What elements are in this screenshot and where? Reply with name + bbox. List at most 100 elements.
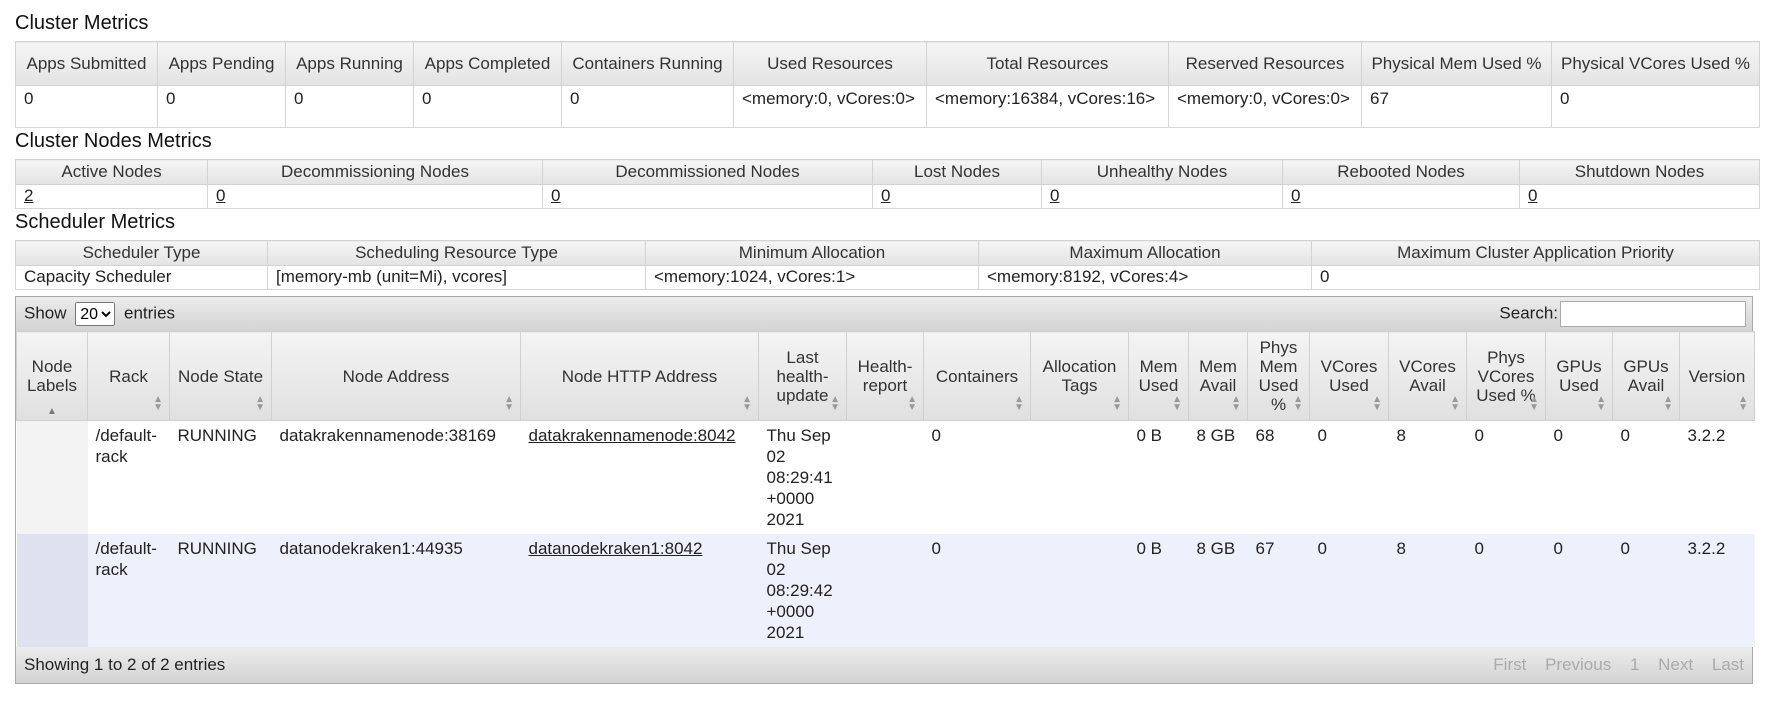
header-max-cluster-app-priority: Maximum Cluster Application Priority: [1311, 240, 1760, 266]
lost-nodes-link[interactable]: 0: [881, 186, 890, 205]
search-control: Search:: [1499, 301, 1746, 327]
first-page-button[interactable]: First: [1493, 655, 1526, 674]
shutdown-nodes-link[interactable]: 0: [1528, 186, 1537, 205]
header-apps-pending: Apps Pending: [157, 41, 286, 86]
active-nodes-link[interactable]: 2: [24, 186, 33, 205]
apps-running-value: 0: [285, 85, 414, 128]
sort-icon: ▲ ▼: [830, 394, 840, 413]
col-gpus-avail[interactable]: GPUs Avail ▲ ▼: [1612, 331, 1680, 421]
physical-vcores-used-value: 0: [1551, 85, 1760, 128]
sort-icon: ▲ ▼: [1231, 394, 1241, 413]
header-physical-vcores-used: Physical VCores Used %: [1551, 41, 1760, 86]
header-apps-completed: Apps Completed: [413, 41, 562, 86]
table-row: /default-rack RUNNING datakrakennamenode…: [16, 420, 1755, 534]
col-last-health-update[interactable]: Last health-update ▲ ▼: [758, 331, 847, 421]
header-shutdown-nodes: Shutdown Nodes: [1519, 159, 1760, 185]
col-node-labels[interactable]: Node Labels ▲: [16, 331, 88, 421]
decommissioning-nodes-link[interactable]: 0: [216, 186, 225, 205]
col-rack[interactable]: Rack ▲ ▼: [87, 331, 170, 421]
header-used-resources: Used Resources: [733, 41, 927, 86]
page-length-select[interactable]: 20: [75, 302, 116, 326]
sort-icon: ▲ ▼: [1172, 394, 1182, 413]
node-address-cell: datanodekraken1:44935: [271, 534, 521, 647]
total-resources-value: <memory:16384, vCores:16>: [926, 85, 1169, 128]
node-state-cell: RUNNING: [169, 420, 272, 534]
allocation-tags-cell: [1030, 420, 1129, 534]
entries-label: entries: [124, 303, 176, 323]
col-node-address[interactable]: Node Address ▲ ▼: [271, 331, 521, 421]
col-version[interactable]: Version ▲ ▼: [1679, 331, 1755, 421]
col-node-http-address[interactable]: Node HTTP Address ▲ ▼: [520, 331, 759, 421]
page-number-button[interactable]: 1: [1630, 655, 1639, 674]
health-report-cell: [846, 534, 924, 647]
sort-icon: ▲ ▼: [1529, 394, 1539, 413]
previous-page-button[interactable]: Previous: [1545, 655, 1611, 674]
apps-pending-value: 0: [157, 85, 286, 128]
header-decommissioning-nodes: Decommissioning Nodes: [207, 159, 543, 185]
phys-vcores-used-cell: 0: [1466, 420, 1546, 534]
scheduler-metrics-title: Scheduler Metrics: [15, 211, 176, 233]
header-active-nodes: Active Nodes: [15, 159, 208, 185]
col-mem-used[interactable]: Mem Used ▲ ▼: [1128, 331, 1189, 421]
col-allocation-tags[interactable]: Allocation Tags ▲ ▼: [1030, 331, 1129, 421]
phys-vcores-used-cell: 0: [1466, 534, 1546, 647]
next-page-button[interactable]: Next: [1658, 655, 1693, 674]
node-labels-cell: [16, 420, 88, 534]
header-total-resources: Total Resources: [926, 41, 1169, 86]
datatable-footer: Showing 1 to 2 of 2 entries First Previo…: [16, 647, 1752, 683]
last-health-update-cell: Thu Sep 02 08:29:41 +0000 2021: [758, 420, 847, 534]
cluster-metrics-title: Cluster Metrics: [15, 12, 149, 34]
col-node-state[interactable]: Node State ▲ ▼: [169, 331, 272, 421]
node-state-cell: RUNNING: [169, 534, 272, 647]
gpus-used-cell: 0: [1545, 420, 1613, 534]
phys-mem-used-cell: 67: [1247, 534, 1310, 647]
header-apps-running: Apps Running: [285, 41, 414, 86]
col-vcores-avail[interactable]: VCores Avail ▲ ▼: [1388, 331, 1467, 421]
datatable-toolbar: Show 20 entries Search:: [16, 297, 1752, 331]
used-resources-value: <memory:0, vCores:0>: [733, 85, 927, 128]
header-lost-nodes: Lost Nodes: [872, 159, 1042, 185]
vcores-used-cell: 0: [1309, 420, 1389, 534]
header-scheduling-resource-type: Scheduling Resource Type: [267, 240, 646, 266]
gpus-avail-cell: 0: [1612, 534, 1680, 647]
physical-mem-used-value: 67: [1361, 85, 1552, 128]
search-label: Search:: [1499, 303, 1558, 323]
rack-cell: /default-rack: [87, 534, 170, 647]
last-page-button[interactable]: Last: [1712, 655, 1744, 674]
col-gpus-used[interactable]: GPUs Used ▲ ▼: [1545, 331, 1613, 421]
containers-cell: 0: [923, 420, 1031, 534]
sort-icon: ▲ ▼: [907, 394, 917, 413]
sort-icon: ▲ ▼: [1014, 394, 1024, 413]
node-labels-cell: [16, 534, 88, 647]
node-http-address-link[interactable]: datakrakennamenode:8042: [529, 426, 736, 445]
table-row: /default-rack RUNNING datanodekraken1:44…: [16, 534, 1755, 647]
health-report-cell: [846, 420, 924, 534]
unhealthy-nodes-link[interactable]: 0: [1050, 186, 1059, 205]
header-apps-submitted: Apps Submitted: [15, 41, 158, 86]
header-minimum-allocation: Minimum Allocation: [645, 240, 979, 266]
reserved-resources-value: <memory:0, vCores:0>: [1168, 85, 1362, 128]
pagination: First Previous 1 Next Last: [1479, 655, 1744, 675]
search-input[interactable]: [1560, 301, 1746, 327]
gpus-used-cell: 0: [1545, 534, 1613, 647]
decommissioned-nodes-link[interactable]: 0: [551, 186, 560, 205]
col-mem-avail[interactable]: Mem Avail ▲ ▼: [1188, 331, 1248, 421]
header-rebooted-nodes: Rebooted Nodes: [1282, 159, 1520, 185]
rebooted-nodes-link[interactable]: 0: [1291, 186, 1300, 205]
header-reserved-resources: Reserved Resources: [1168, 41, 1362, 86]
sort-icon: ▲ ▼: [742, 394, 752, 413]
sort-icon: ▲ ▼: [153, 394, 163, 413]
node-http-address-link[interactable]: datanodekraken1:8042: [529, 539, 703, 558]
scheduling-resource-type-value: [memory-mb (unit=Mi), vcores]: [267, 265, 646, 290]
nodes-table: Node Labels ▲ Rack ▲ ▼ Node State ▲ ▼ Node Ad…: [16, 331, 1755, 647]
col-vcores-used[interactable]: VCores Used ▲ ▼: [1309, 331, 1389, 421]
version-cell: 3.2.2: [1679, 420, 1755, 534]
table-info: Showing 1 to 2 of 2 entries: [24, 655, 226, 674]
col-health-report[interactable]: Health-report ▲ ▼: [846, 331, 924, 421]
col-containers[interactable]: Containers ▲ ▼: [923, 331, 1031, 421]
apps-completed-value: 0: [413, 85, 562, 128]
col-phys-vcores-used[interactable]: Phys VCores Used % ▲ ▼: [1466, 331, 1546, 421]
sort-icon: ▲ ▼: [1738, 394, 1748, 413]
vcores-avail-cell: 8: [1388, 534, 1467, 647]
col-phys-mem-used[interactable]: Phys Mem Used % ▲ ▼: [1247, 331, 1310, 421]
